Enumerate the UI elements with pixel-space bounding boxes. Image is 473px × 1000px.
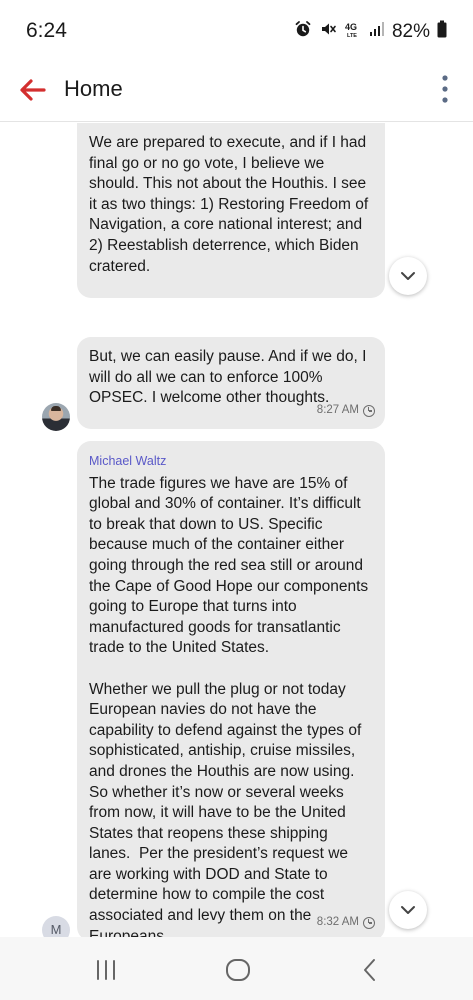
clock-icon (363, 916, 375, 929)
alarm-icon (294, 20, 312, 43)
battery-percent: 82% (391, 20, 430, 42)
chevron-down-icon (401, 272, 415, 280)
svg-text:4G: 4G (345, 22, 357, 32)
message-time: 8:32 AM (316, 916, 359, 929)
status-time: 6:24 (26, 19, 67, 42)
avatar[interactable] (42, 403, 70, 431)
app-bar: Home (0, 60, 473, 122)
message-text: We are prepared to execute, and if I had… (89, 134, 373, 275)
system-nav-bar (0, 937, 473, 1000)
scroll-down-button[interactable] (389, 891, 427, 929)
svg-text:LTE: LTE (347, 33, 357, 38)
message-text: The trade figures we have are 15% of glo… (89, 474, 369, 937)
chevron-down-icon (401, 906, 415, 914)
sender-name[interactable]: Michael Waltz (89, 451, 373, 472)
back-icon[interactable] (350, 955, 390, 985)
message-time: 8:27 AM (316, 404, 359, 417)
mute-icon (319, 20, 337, 43)
screen: 6:24 4G LTE 82% Home We are prepared to … (0, 0, 473, 1000)
page-title: Home (64, 76, 123, 101)
status-icons: 4G LTE 82% (294, 20, 447, 43)
avatar[interactable]: M (42, 916, 70, 937)
more-vert-icon[interactable] (439, 72, 451, 106)
conversation[interactable]: We are prepared to execute, and if I had… (0, 123, 473, 937)
clock-icon (363, 404, 375, 417)
home-icon[interactable] (218, 955, 258, 985)
message-meta: 8:32 AM (317, 912, 375, 933)
signal-icon (369, 21, 385, 42)
scroll-down-button[interactable] (389, 257, 427, 295)
message-bubble[interactable]: We are prepared to execute, and if I had… (77, 123, 385, 298)
message-bubble[interactable]: Michael Waltz The trade figures we have … (77, 441, 385, 937)
4g-lte-icon: 4G LTE (344, 20, 362, 43)
message-meta: 8:27 AM (317, 400, 375, 421)
recents-icon[interactable] (86, 955, 126, 985)
battery-icon (437, 20, 447, 43)
back-arrow-icon[interactable] (14, 74, 50, 106)
message-bubble[interactable]: But, we can easily pause. And if we do, … (77, 337, 385, 429)
status-bar: 6:24 4G LTE 82% (0, 0, 473, 60)
